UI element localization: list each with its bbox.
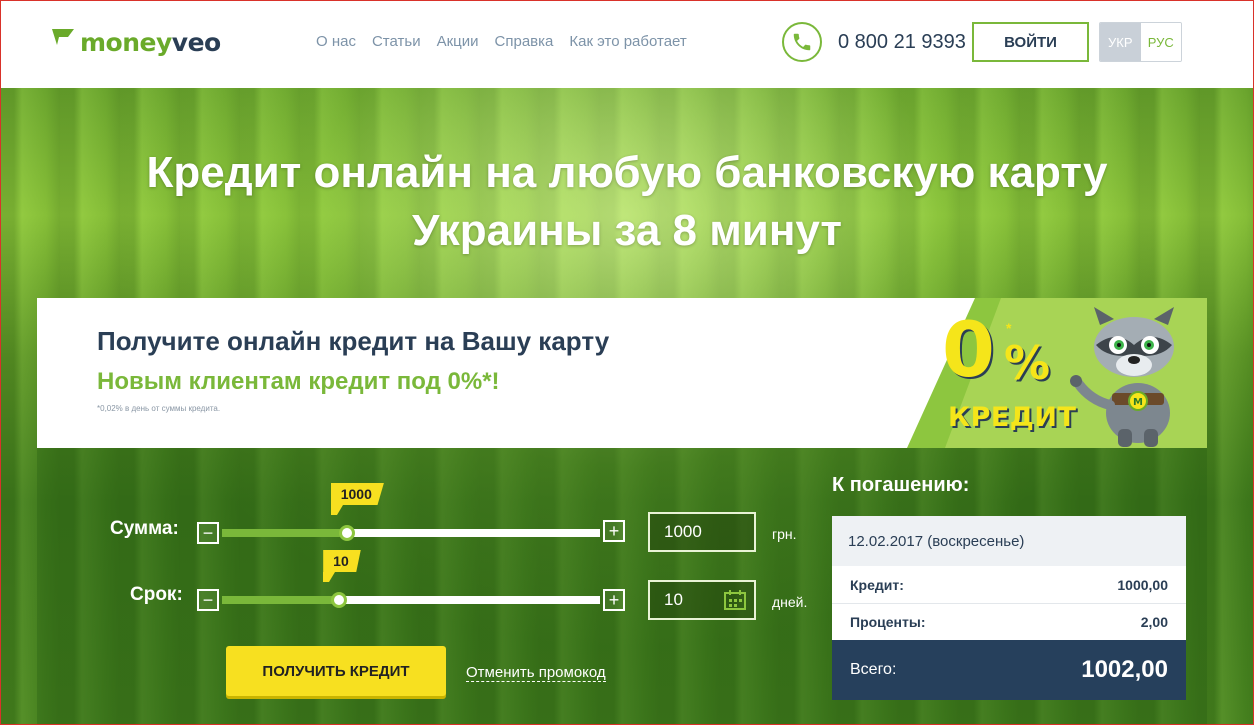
zero-percent-badge: 0 <box>942 305 995 394</box>
term-input[interactable]: 10 <box>648 580 756 620</box>
amount-slider-thumb[interactable] <box>338 525 355 541</box>
lang-rus-button[interactable]: РУС <box>1140 23 1181 61</box>
interest-row: Проценты: 2,00 <box>832 604 1186 640</box>
nav-item-help[interactable]: Справка <box>495 33 554 50</box>
nav-item-articles[interactable]: Статьи <box>372 33 421 50</box>
amount-slider-fill <box>222 529 347 537</box>
repayment-date: 12.02.2017 (воскресенье) <box>832 516 1186 566</box>
phone-number[interactable]: 0 800 21 9393 <box>838 31 966 54</box>
cancel-promocode-link[interactable]: Отменить промокод <box>466 664 606 682</box>
amount-minus-button[interactable]: − <box>197 522 219 544</box>
raccoon-mascot-icon: M <box>1070 307 1174 447</box>
credit-row-label: Кредит: <box>850 576 904 593</box>
logo-text: moneyveo <box>80 27 221 57</box>
credit-row: Кредит: 1000,00 <box>832 566 1186 604</box>
logo-mark-icon <box>52 29 74 45</box>
lang-ukr-button[interactable]: УКР <box>1100 23 1141 61</box>
total-label: Всего: <box>850 661 897 678</box>
term-slider-track[interactable] <box>222 596 600 604</box>
badge-credit-word: КРЕДИТ <box>948 402 1077 433</box>
repayment-title: К погашению: <box>832 474 970 496</box>
badge-asterisk: * <box>1006 320 1012 336</box>
amount-flag-pointer <box>330 505 343 515</box>
nav-item-about[interactable]: О нас <box>316 33 356 50</box>
phone-icon[interactable] <box>782 22 822 62</box>
svg-text:M: M <box>1133 397 1143 408</box>
promo-subtitle: Новым клиентам кредит под 0%*! <box>97 368 500 395</box>
term-unit: дней. <box>772 594 808 610</box>
main-nav: О нас Статьи Акции Справка Как это работ… <box>316 33 687 50</box>
language-switcher: УКР РУС <box>1099 22 1182 62</box>
amount-value-flag: 1000 <box>330 483 384 505</box>
term-input-value: 10 <box>664 590 683 609</box>
amount-input[interactable]: 1000 <box>648 512 756 552</box>
amount-input-value: 1000 <box>664 522 702 541</box>
term-minus-button[interactable]: − <box>197 589 219 611</box>
amount-plus-button[interactable]: + <box>603 520 625 542</box>
hero-title: Кредит онлайн на любую банковскую карту … <box>146 148 1108 255</box>
amount-slider-track[interactable] <box>222 529 600 537</box>
badge-percent: % <box>1004 336 1051 390</box>
repayment-summary: 12.02.2017 (воскресенье) Кредит: 1000,00… <box>832 516 1186 700</box>
total-value: 1002,00 <box>1081 656 1168 683</box>
get-credit-button[interactable]: ПОЛУЧИТЬ КРЕДИТ <box>226 646 446 696</box>
term-slider-fill <box>222 596 340 604</box>
credit-row-value: 1000,00 <box>1117 576 1168 593</box>
term-plus-button[interactable]: + <box>603 589 625 611</box>
promo-title: Получите онлайн кредит на Вашу карту <box>97 326 610 356</box>
amount-label: Сумма: <box>110 518 179 539</box>
term-flag-pointer <box>323 572 336 582</box>
logo[interactable]: moneyveo <box>52 26 221 58</box>
nav-item-promotions[interactable]: Акции <box>437 33 479 50</box>
calendar-icon[interactable] <box>724 590 746 610</box>
site-header: moneyveo О нас Статьи Акции Справка Как … <box>0 0 1254 88</box>
amount-unit: грн. <box>772 526 797 542</box>
interest-row-label: Проценты: <box>850 614 926 630</box>
nav-item-how-it-works[interactable]: Как это работает <box>569 33 686 50</box>
interest-row-value: 2,00 <box>1140 614 1168 630</box>
term-label: Срок: <box>130 584 183 605</box>
total-row: Всего: 1002,00 <box>832 640 1186 700</box>
login-button[interactable]: ВОЙТИ <box>972 22 1089 62</box>
term-value-flag: 10 <box>323 550 361 572</box>
promo-footnote: *0,02% в день от суммы кредита. <box>97 404 221 413</box>
